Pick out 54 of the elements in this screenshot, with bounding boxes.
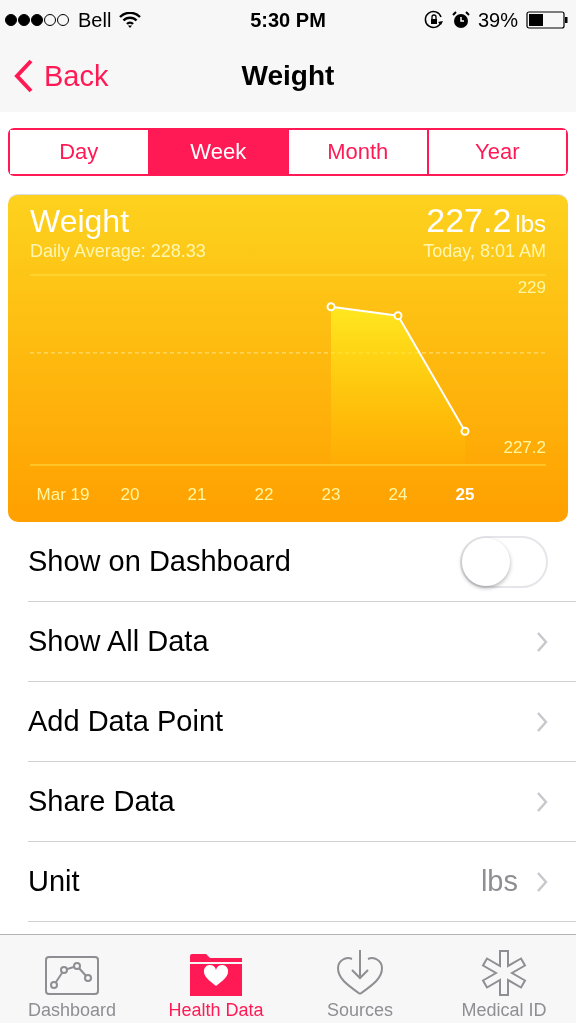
y-tick-label: 229 xyxy=(517,278,546,298)
x-tick-label: 21 xyxy=(187,485,207,504)
settings-row[interactable]: Show All Data xyxy=(28,602,576,682)
value-unit: lbs xyxy=(515,210,546,238)
tab-bar-item[interactable]: Health Data xyxy=(144,935,288,1023)
battery-icon xyxy=(526,11,568,29)
tab-bar-item[interactable]: Sources xyxy=(288,935,432,1023)
row-label: Share Data xyxy=(28,785,175,818)
chevron-right-icon xyxy=(536,790,548,813)
x-tick-label: 25 xyxy=(455,485,475,504)
wifi-icon xyxy=(119,12,142,28)
data-point xyxy=(393,311,403,321)
x-tick-label: 20 xyxy=(120,485,140,504)
page-title: Weight xyxy=(241,60,335,92)
x-tick-label: Mar 19 xyxy=(36,485,90,504)
alarm-icon xyxy=(451,11,470,29)
x-tick-label: 22 xyxy=(254,485,274,504)
status-time: 5:30 PM xyxy=(250,8,326,32)
medical-asterisk-icon xyxy=(481,950,527,996)
row-label: Unit xyxy=(28,865,80,898)
row-label: Show All Data xyxy=(28,625,209,658)
chart-title: Weight xyxy=(30,203,130,240)
segment-tab[interactable]: Year xyxy=(426,130,566,174)
folder-heart-icon xyxy=(190,954,242,996)
segment-tab[interactable]: Week xyxy=(147,130,287,174)
y-tick-label: 227.2 xyxy=(503,438,546,458)
carrier-name: Bell xyxy=(78,8,112,32)
rotation-lock-icon xyxy=(423,10,444,30)
latest-value: 227.2 xyxy=(426,201,512,240)
tab-bar-item[interactable]: Dashboard xyxy=(0,935,144,1023)
x-tick-label: 23 xyxy=(321,485,341,504)
toggle-switch[interactable] xyxy=(460,535,548,588)
settings-row[interactable]: Unit lbs xyxy=(28,842,576,922)
daily-average: Daily Average: 228.33 xyxy=(30,241,206,262)
chevron-right-icon xyxy=(536,710,548,733)
battery-percent: 39% xyxy=(477,8,518,32)
line-chart-icon xyxy=(45,956,99,996)
settings-row[interactable]: Share Data xyxy=(28,762,576,842)
signal-icon xyxy=(4,13,70,27)
row-value: lbs xyxy=(480,865,518,898)
data-point xyxy=(326,302,336,312)
row-label: Add Data Point xyxy=(28,705,224,738)
heart-download-icon xyxy=(336,950,384,996)
data-point xyxy=(460,426,470,436)
timestamp: Today, 8:01 AM xyxy=(423,241,546,262)
x-tick-label: 24 xyxy=(388,485,408,504)
chevron-right-icon xyxy=(536,870,548,893)
back-button[interactable]: Back xyxy=(0,59,109,93)
chevron-left-icon xyxy=(14,59,34,93)
chevron-right-icon xyxy=(536,630,548,653)
settings-row[interactable]: Add Data Point xyxy=(28,682,576,762)
settings-row[interactable]: Show on Dashboard xyxy=(28,522,576,602)
tab-bar-item[interactable]: Medical ID xyxy=(432,935,576,1023)
row-label: Show on Dashboard xyxy=(28,545,291,578)
